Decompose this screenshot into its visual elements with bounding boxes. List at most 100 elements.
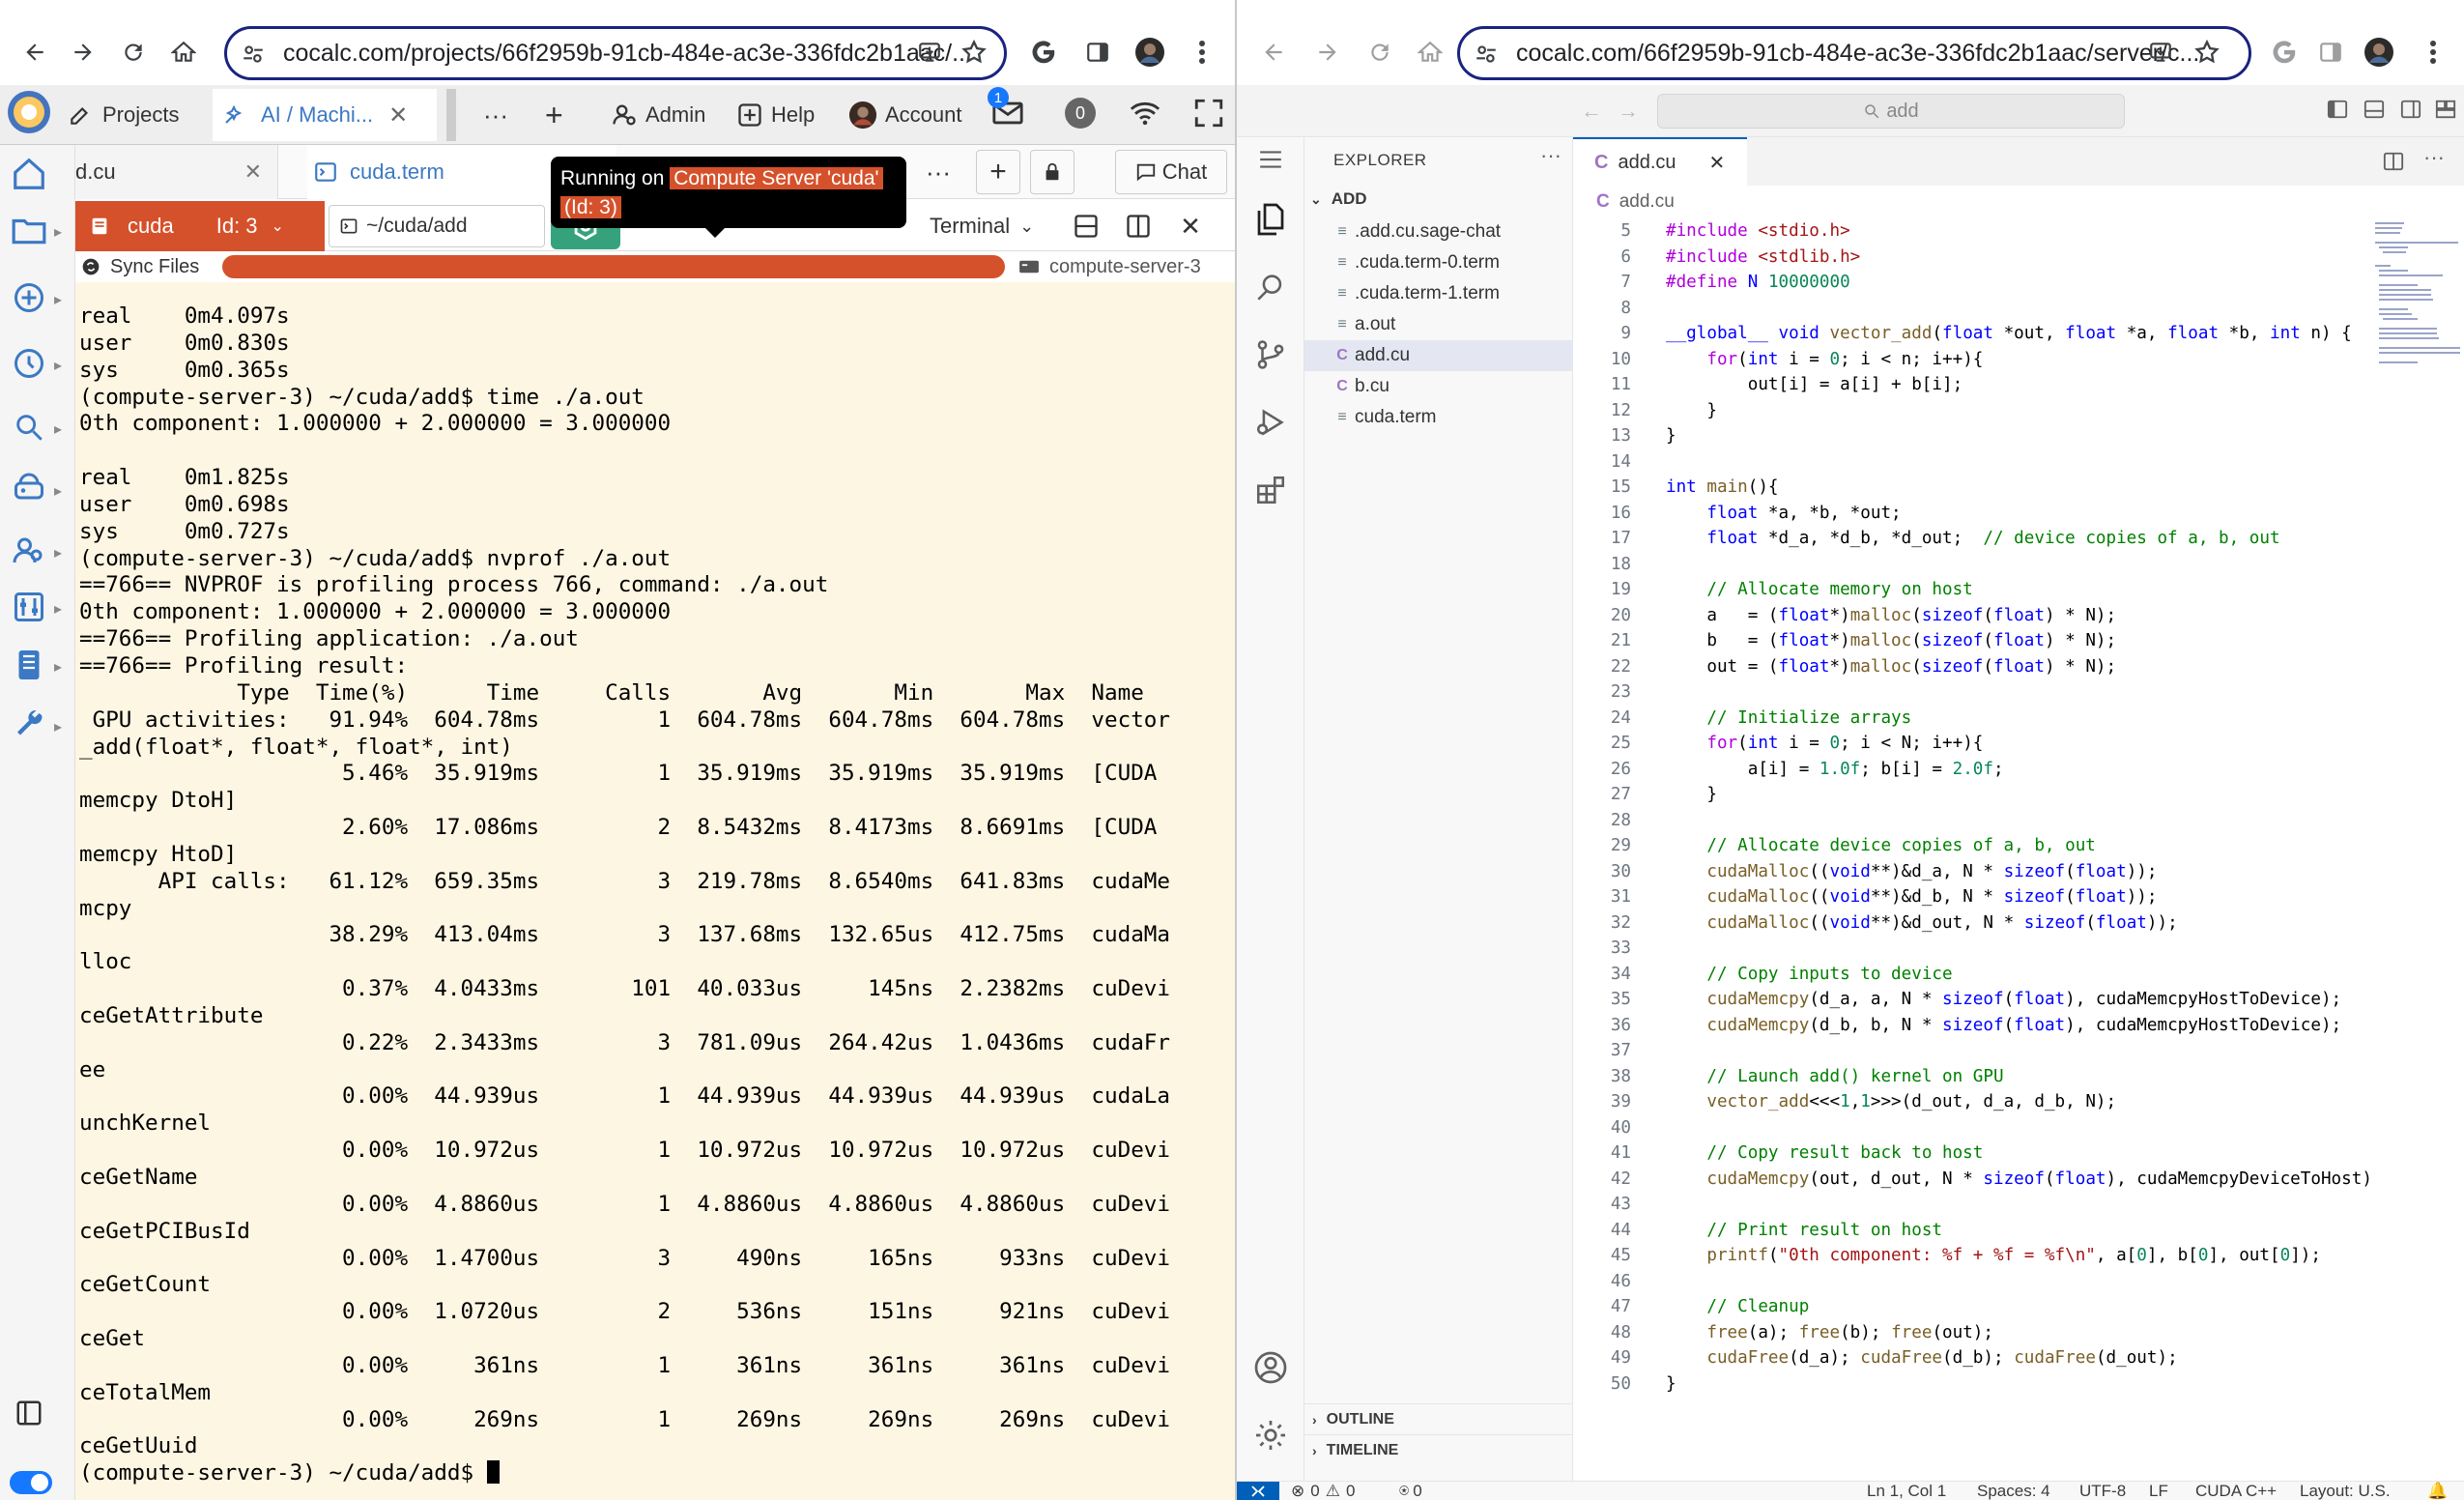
vscode-back-icon[interactable]: ← [1581,99,1602,124]
accounts-icon[interactable] [1248,1345,1293,1390]
file-item[interactable]: ≡ cuda.term [1304,402,1573,433]
keyboard-layout[interactable]: Layout: U.S. [2300,1482,2391,1500]
terminal-path[interactable]: ~/cuda/add [329,205,545,247]
minimap[interactable] [2371,218,2464,605]
code-line[interactable]: 11 out[i] = a[i] + b[i]; [1573,372,2371,398]
side-panel-icon[interactable] [2313,35,2348,70]
code-line[interactable]: 17 float *d_a, *d_b, *d_out; // device c… [1573,526,2371,552]
wrench-caret-icon[interactable]: ▸ [54,717,68,736]
code-line[interactable]: 29 // Allocate device copies of a, b, ou… [1573,833,2371,859]
menu-dots-icon[interactable] [2416,35,2450,70]
address-bar[interactable]: cocalc.com/projects/66f2959b-91cb-484e-a… [224,26,1007,80]
account-button[interactable]: Account [848,93,962,137]
code-line[interactable]: 20 a = (float*)malloc(sizeof(float) * N)… [1573,603,2371,629]
panel-toggle-icon[interactable] [8,1392,50,1434]
source-control-icon[interactable] [1248,332,1293,377]
admin-button[interactable]: Admin [611,93,705,137]
help-button[interactable]: Help [736,93,815,137]
toggle-primary-sidebar-icon[interactable] [2327,99,2348,120]
editor-tab-add-cu[interactable]: C add.cu ✕ [1573,137,1747,186]
code-line[interactable]: 16 float *a, *b, *out; [1573,501,2371,527]
new-frame-plus-icon[interactable]: + [976,150,1020,194]
more-projects-icon[interactable]: ··· [483,89,522,141]
back-icon[interactable] [15,33,54,72]
code-line[interactable]: 7 #define N 10000000 [1573,270,2371,296]
file-tab-add-cu[interactable]: d.cu ✕ [75,145,278,199]
outline-section[interactable]: › OUTLINE [1304,1403,1573,1434]
project-tab[interactable]: AI / Machi... ✕ [213,89,437,141]
forward-icon[interactable] [64,33,102,72]
manage-gear-icon[interactable] [1248,1413,1293,1457]
files-folder-icon[interactable] [8,209,50,251]
code-line[interactable]: 48 free(a); free(b); free(out); [1573,1320,2371,1346]
language-mode[interactable]: CUDA C++ [2195,1482,2277,1500]
ports-status[interactable]: ⍟ 0 [1399,1482,1422,1500]
code-line[interactable]: 27 } [1573,782,2371,808]
compute-server-selector[interactable]: cuda Id: 3 ⌄ [75,201,325,251]
code-line[interactable]: 31 cudaMalloc((void**)&d_b, N * sizeof(f… [1573,884,2371,910]
google-icon[interactable] [1026,35,1061,70]
files-caret-icon[interactable]: ▸ [54,222,68,241]
new-caret-icon[interactable]: ▸ [54,290,68,308]
fullscreen-icon[interactable] [1192,97,1225,130]
address-bar[interactable]: cocalc.com/66f2959b-91cb-484e-ac3e-336fd… [1457,26,2251,80]
profile-avatar[interactable] [1132,35,1167,70]
servers-icon[interactable] [8,468,50,510]
breadcrumb-file[interactable]: add.cu [1619,191,1675,213]
terminal-output[interactable]: real 0m4.097s user 0m0.830s sys 0m0.365s (c… [75,282,1235,1500]
menu-dots-icon[interactable] [1185,35,1219,70]
add-project-icon[interactable]: + [545,89,587,141]
code-line[interactable]: 15 int main(){ [1573,475,2371,501]
collaborators-icon[interactable] [8,530,50,572]
search-icon[interactable] [1248,265,1293,309]
code-line[interactable]: 26 a[i] = 1.0f; b[i] = 2.0f; [1573,757,2371,783]
google-icon[interactable] [2267,35,2302,70]
command-center-search[interactable]: add [1657,94,2125,129]
code-line[interactable]: 24 // Initialize arrays [1573,706,2371,732]
code-line[interactable]: 18 [1573,552,2371,578]
compute-caret-icon[interactable]: ▸ [54,657,68,676]
settings-caret-icon[interactable]: ▸ [54,599,68,618]
code-line[interactable]: 42 cudaMemcpy(out, d_out, N * sizeof(flo… [1573,1167,2371,1193]
remote-indicator-icon[interactable] [1237,1482,1279,1500]
end-of-line[interactable]: LF [2149,1482,2168,1500]
code-line[interactable]: 25 for(int i = 0; i < N; i++){ [1573,731,2371,757]
code-line[interactable]: 8 [1573,296,2371,322]
more-tabs-icon[interactable]: ··· [926,145,964,199]
vscode-forward-icon[interactable]: → [1618,99,1639,124]
side-panel-icon[interactable] [1080,35,1115,70]
toggle-secondary-sidebar-icon[interactable] [2400,99,2421,120]
back-icon[interactable] [1254,33,1293,72]
code-line[interactable]: 13} [1573,423,2371,449]
search-caret-icon[interactable]: ▸ [54,419,68,438]
code-line[interactable]: 14 [1573,449,2371,476]
compute-server-icon[interactable] [8,644,50,686]
search-icon[interactable] [8,406,50,448]
file-item[interactable]: ≡ .cuda.term-1.term [1304,278,1573,309]
code-line[interactable]: 23 [1573,679,2371,706]
site-info-icon[interactable] [241,42,266,67]
close-editor-tab-icon[interactable]: ✕ [1709,151,1726,175]
timeline-section[interactable]: › TIMELINE [1304,1434,1573,1465]
file-item-selected[interactable]: Cadd.cu [1304,340,1573,371]
servers-caret-icon[interactable]: ▸ [54,481,68,500]
news-count-badge[interactable]: 0 [1065,98,1096,129]
split-vertical-icon[interactable] [1117,205,1160,247]
site-info-icon[interactable] [1474,42,1499,67]
file-item[interactable]: Cb.cu [1304,371,1573,402]
code-line[interactable]: 5 #include <stdio.h> [1573,218,2371,245]
install-app-icon[interactable] [912,35,947,70]
wrench-icon[interactable] [8,704,50,746]
lock-icon[interactable] [1030,150,1074,194]
toggle-panel-icon[interactable] [2364,99,2385,120]
code-line[interactable]: 35 cudaMemcpy(d_a, a, N * sizeof(float),… [1573,987,2371,1013]
explorer-more-icon[interactable]: ··· [1540,143,1561,168]
sync-files-button[interactable]: Sync Files [81,253,199,280]
explorer-files-icon[interactable] [1248,197,1293,242]
code-line[interactable]: 38 // Launch add() kernel on GPU [1573,1064,2371,1090]
code-line[interactable]: 49 cudaFree(d_a); cudaFree(d_b); cudaFre… [1573,1345,2371,1371]
code-line[interactable]: 46 [1573,1269,2371,1295]
code-line[interactable]: 32 cudaMalloc((void**)&d_out, N * sizeof… [1573,910,2371,937]
settings-sliders-icon[interactable] [8,586,50,628]
close-project-tab-icon[interactable]: ✕ [388,101,408,130]
